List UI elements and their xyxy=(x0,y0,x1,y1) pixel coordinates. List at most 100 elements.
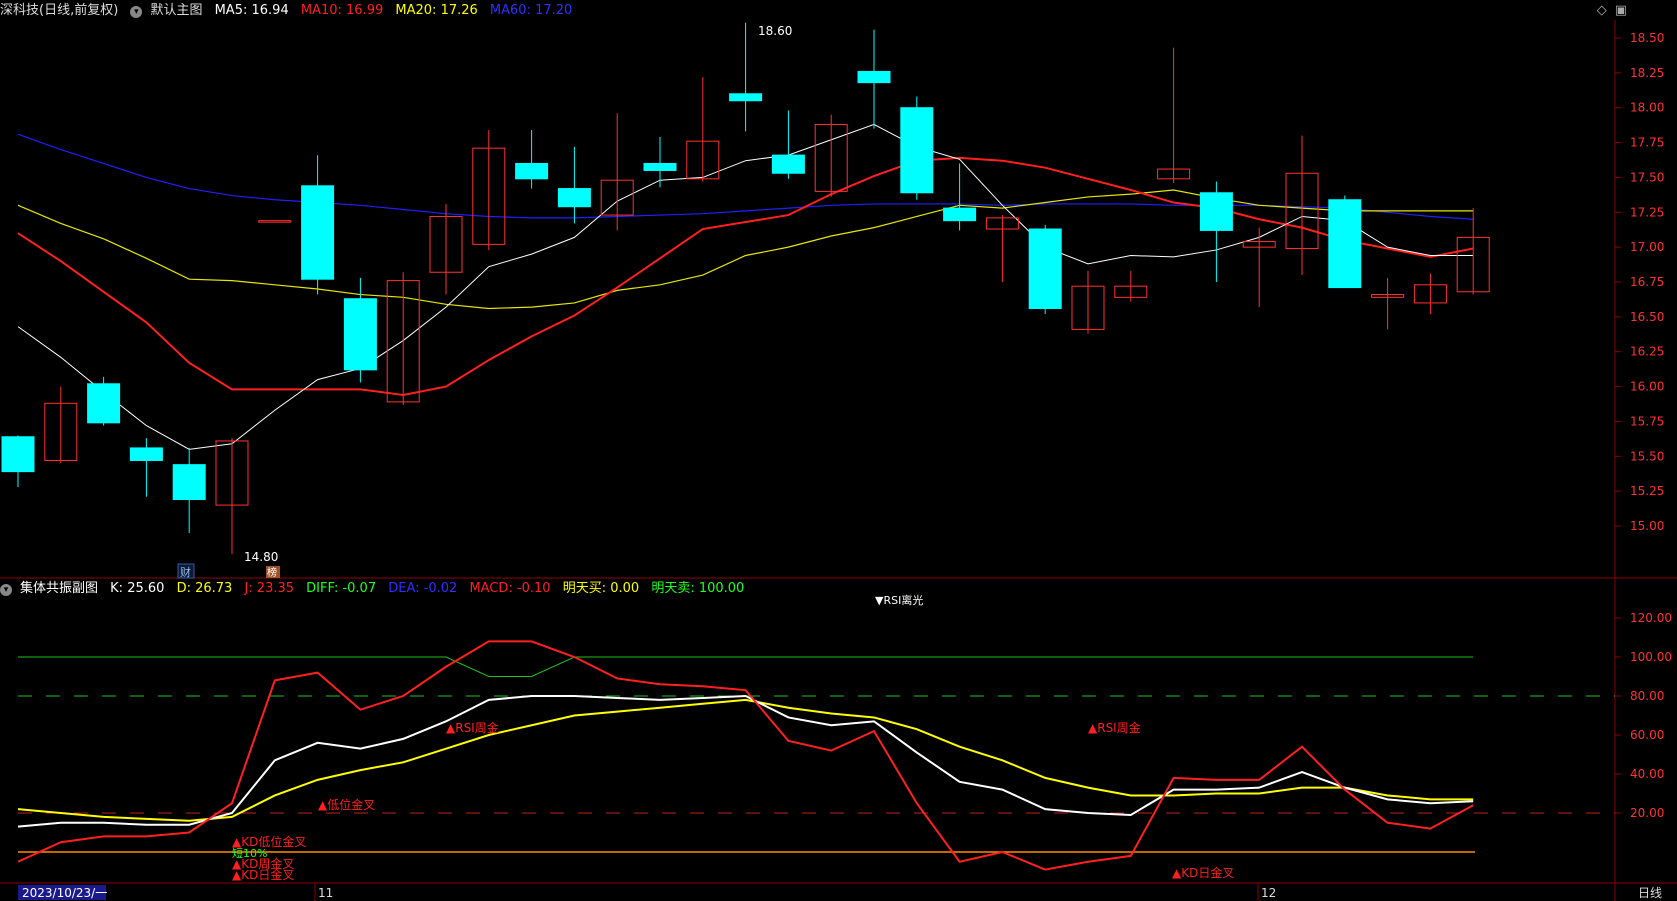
candle xyxy=(1,435,35,487)
month-12-label: 12 xyxy=(1261,886,1276,900)
candle xyxy=(1328,195,1362,289)
date-axis: 2023/10/23/一 11 12 日线 xyxy=(18,883,1662,901)
price-tick-label: 18.50 xyxy=(1630,31,1664,45)
candle-body xyxy=(301,185,335,280)
kd-day-gold-label-2: ▲KD日金叉 xyxy=(1172,865,1234,880)
k-line xyxy=(17,694,1474,828)
candle xyxy=(515,130,549,189)
price-tick-label: 17.75 xyxy=(1630,136,1664,150)
ma5-line xyxy=(17,123,1474,450)
candle-body xyxy=(771,154,805,174)
candle xyxy=(44,386,78,464)
chart-canvas[interactable]: 18.50 18.25 18.00 17.75 17.50 17.25 17.00 16.75… xyxy=(0,0,1677,901)
svg-text:财: 财 xyxy=(180,565,191,579)
indicator-tick-label: 40.00 xyxy=(1630,767,1664,781)
candle xyxy=(1285,135,1319,276)
price-tick-label: 16.50 xyxy=(1630,310,1664,324)
candle xyxy=(814,114,848,197)
candle xyxy=(472,130,506,250)
indicator-tick-label: 120.00 xyxy=(1630,611,1672,625)
candle-body xyxy=(343,298,377,371)
candle xyxy=(1071,270,1105,334)
candle-body xyxy=(515,162,549,180)
price-tick-label: 17.25 xyxy=(1630,205,1664,219)
candle xyxy=(258,220,292,223)
candle xyxy=(686,77,720,182)
candle-body xyxy=(129,447,163,461)
rsi-top-label: ▼RSI离光 xyxy=(875,593,923,607)
indicator-tick-label: 20.00 xyxy=(1630,806,1664,820)
candle-body xyxy=(1028,228,1062,309)
cai-badge[interactable]: 财 xyxy=(177,563,195,579)
candle-body xyxy=(1328,199,1362,289)
price-tick-label: 17.50 xyxy=(1630,170,1664,184)
candle xyxy=(301,155,335,295)
candle xyxy=(215,438,249,554)
candle-body xyxy=(643,162,677,171)
candle xyxy=(386,272,420,405)
indicator-tick-label: 80.00 xyxy=(1630,689,1664,703)
candle xyxy=(87,376,121,426)
price-tick-label: 17.00 xyxy=(1630,240,1664,254)
candle-body xyxy=(172,464,206,501)
candle xyxy=(771,110,805,179)
candle-body xyxy=(87,383,121,424)
price-tick-label: 16.75 xyxy=(1630,275,1664,289)
ma60-line xyxy=(17,133,1474,220)
ma-lines xyxy=(17,123,1474,450)
d-line xyxy=(17,698,1474,822)
price-tick-label: 16.00 xyxy=(1630,380,1664,394)
candle xyxy=(985,215,1019,282)
candle-body xyxy=(857,70,891,84)
candle xyxy=(172,447,206,533)
candle xyxy=(1028,224,1062,315)
candle-body xyxy=(729,93,763,102)
price-tick-label: 18.25 xyxy=(1630,66,1664,80)
candle xyxy=(857,29,891,129)
candle-body xyxy=(258,220,292,223)
candle xyxy=(1114,270,1148,302)
bang-badge[interactable]: 榜 xyxy=(266,566,280,579)
rsi-green-line xyxy=(18,656,1474,677)
rsi-week-gold-label-2: ▲RSI周金 xyxy=(1088,720,1141,735)
price-axis: 18.50 18.25 18.00 17.75 17.50 17.25 17.00 16.75… xyxy=(1615,31,1664,533)
rsi-week-gold-label-1: ▲RSI周金 xyxy=(446,720,499,735)
ma10-line xyxy=(17,156,1474,396)
price-tick-label: 15.00 xyxy=(1630,519,1664,533)
candle xyxy=(429,203,463,295)
candle-body xyxy=(1199,192,1233,231)
candle-body xyxy=(557,188,591,208)
candle-body xyxy=(1,436,35,473)
ma20-line xyxy=(17,189,1474,310)
candle-body xyxy=(900,107,934,194)
month-11-label: 11 xyxy=(318,886,333,900)
price-tick-label: 15.25 xyxy=(1630,484,1664,498)
candle xyxy=(1371,277,1405,330)
candle xyxy=(729,22,763,132)
price-tick-label: 16.25 xyxy=(1630,345,1664,359)
high-price-label: 18.60 xyxy=(758,24,792,38)
candle xyxy=(600,113,634,231)
candle xyxy=(1413,273,1447,315)
candle xyxy=(900,96,934,200)
low-gold-label: ▲低位金叉 xyxy=(318,797,375,812)
svg-text:榜: 榜 xyxy=(267,566,277,579)
candle xyxy=(1199,181,1233,282)
candle xyxy=(557,146,591,224)
candle xyxy=(1157,47,1191,184)
period-label[interactable]: 日线 xyxy=(1638,886,1662,900)
candle-body xyxy=(943,207,977,222)
low-price-label: 14.80 xyxy=(244,550,278,564)
candle xyxy=(1242,227,1276,308)
candle xyxy=(129,438,163,497)
kd-day-gold-label-1: ▲KD日金叉 xyxy=(232,867,294,882)
indicator-tick-label: 60.00 xyxy=(1630,728,1664,742)
indicator-tick-label: 100.00 xyxy=(1630,650,1672,664)
candlesticks xyxy=(1,22,1490,554)
price-tick-label: 15.75 xyxy=(1630,414,1664,428)
candle xyxy=(943,163,977,231)
price-tick-label: 18.00 xyxy=(1630,101,1664,115)
price-tick-label: 15.50 xyxy=(1630,449,1664,463)
chart-frame xyxy=(0,20,1677,901)
current-date: 2023/10/23/一 xyxy=(22,886,107,900)
